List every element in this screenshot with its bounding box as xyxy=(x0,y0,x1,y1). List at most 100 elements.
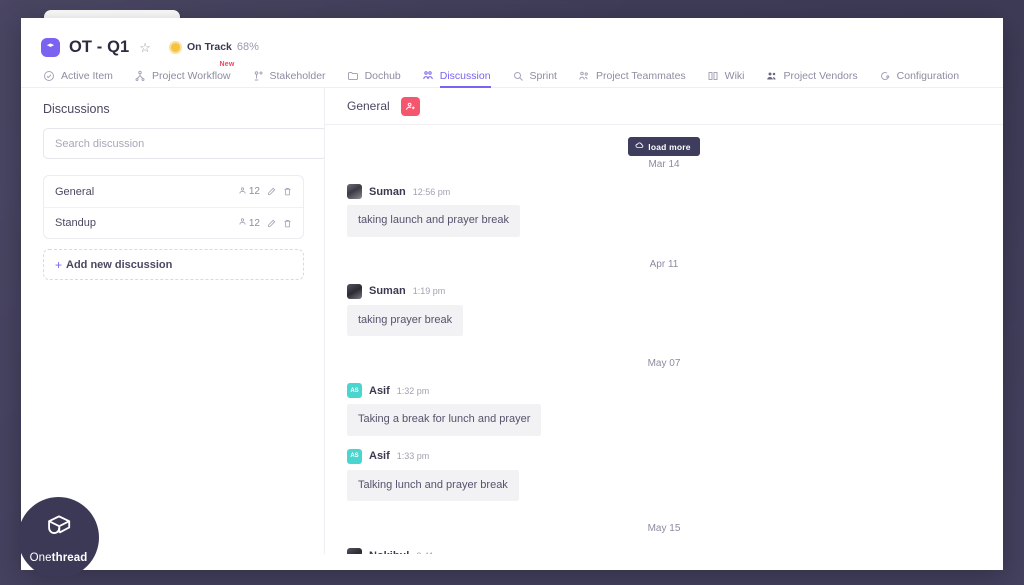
person-icon xyxy=(238,217,247,229)
message-item: AS Asif 1:32 pm Taking a break for lunch… xyxy=(347,383,981,436)
date-separator: Apr 11 xyxy=(347,259,981,270)
member-count-value: 12 xyxy=(249,218,260,229)
message-author: Suman xyxy=(369,186,406,198)
nav-item-wiki[interactable]: Wiki xyxy=(707,70,745,87)
nav-item-active-item[interactable]: Active Item xyxy=(43,70,113,87)
add-people-icon[interactable] xyxy=(401,97,420,116)
nav-item-configuration[interactable]: Configuration xyxy=(879,70,959,87)
check-circle-icon xyxy=(43,70,55,82)
trash-icon[interactable] xyxy=(283,219,292,228)
message-header: Suman 1:19 pm xyxy=(347,284,981,299)
content-area: Discussions General 12 xyxy=(21,88,1003,554)
message-author: Suman xyxy=(369,285,406,297)
message-scroll-area[interactable]: load more Mar 14 Suman 12:56 pm taking l… xyxy=(325,125,1003,554)
nav-label: Dochub xyxy=(365,70,401,82)
message-header: AS Asif 1:33 pm xyxy=(347,449,981,464)
nav-item-dochub[interactable]: Dochub xyxy=(347,70,401,87)
nav-label: Sprint xyxy=(530,70,557,82)
message-time: 2:41 pm xyxy=(416,551,449,555)
discussion-list: General 12 xyxy=(43,175,304,239)
date-separator: May 07 xyxy=(347,358,981,369)
member-count: 12 xyxy=(238,186,260,198)
pencil-icon[interactable] xyxy=(267,187,276,196)
nav-label: Discussion xyxy=(440,70,491,82)
status-label: On Track xyxy=(187,41,232,53)
nav-label: Project Vendors xyxy=(784,70,858,82)
brand-suffix: thread xyxy=(52,552,88,564)
nav-item-discussion[interactable]: Discussion xyxy=(422,70,491,87)
stakeholder-icon xyxy=(252,70,264,82)
person-icon xyxy=(238,186,247,198)
avatar: AS xyxy=(347,449,362,464)
nav-label: Project Workflow xyxy=(152,70,231,82)
list-item-general[interactable]: General 12 xyxy=(44,176,303,207)
folder-icon xyxy=(347,70,359,82)
message-text: taking prayer break xyxy=(347,305,463,337)
discussions-sidebar: Discussions General 12 xyxy=(21,88,325,554)
message-header: AS Asif 1:32 pm xyxy=(347,383,981,398)
message-item: Suman 12:56 pm taking launch and prayer … xyxy=(347,184,981,237)
avatar: AS xyxy=(347,383,362,398)
app-window: OT - Q1 ☆ On Track 68% Active Item Proje… xyxy=(21,18,1003,570)
discussion-icon xyxy=(422,70,434,82)
nav-item-project-workflow[interactable]: Project Workflow New xyxy=(134,70,231,87)
message-text: Talking lunch and prayer break xyxy=(347,470,519,502)
cloud-download-icon xyxy=(635,141,644,152)
message-text: taking launch and prayer break xyxy=(347,205,520,237)
discussion-name: Standup xyxy=(55,217,238,229)
nav-label: Wiki xyxy=(725,70,745,82)
load-more-label: load more xyxy=(648,142,690,152)
status-badge: On Track 68% xyxy=(169,41,259,54)
nav-item-project-teammates[interactable]: Project Teammates xyxy=(578,70,686,87)
nav-label: Project Teammates xyxy=(596,70,686,82)
project-cube-icon xyxy=(41,38,60,57)
nav-item-sprint[interactable]: Sprint xyxy=(512,70,557,87)
load-more-button[interactable]: load more xyxy=(628,137,699,156)
new-badge: New xyxy=(220,61,235,68)
plus-icon: + xyxy=(55,258,62,272)
project-header: OT - Q1 ☆ On Track 68% xyxy=(21,32,1003,62)
sprint-icon xyxy=(512,70,524,82)
onethread-cube-icon xyxy=(42,512,76,549)
message-item: AS Asif 1:33 pm Talking lunch and prayer… xyxy=(347,449,981,502)
progress-percent: 68% xyxy=(237,41,259,53)
chat-header: General xyxy=(325,88,1003,125)
avatar xyxy=(347,548,362,554)
discussion-actions: 12 xyxy=(238,217,292,229)
onethread-wordmark: Onethread xyxy=(30,552,88,564)
onethread-watermark-badge: Onethread xyxy=(18,497,99,578)
workflow-icon xyxy=(134,70,146,82)
message-author: Asif xyxy=(369,450,390,462)
search-discussion-box[interactable] xyxy=(43,128,327,159)
book-icon xyxy=(707,70,719,82)
message-header: Nokibul 2:41 pm xyxy=(347,548,981,554)
brand-prefix: One xyxy=(30,552,52,564)
message-time: 1:32 pm xyxy=(397,386,430,396)
nav-item-stakeholder[interactable]: Stakeholder xyxy=(252,70,326,87)
list-item-standup[interactable]: Standup 12 xyxy=(44,207,303,238)
search-input[interactable] xyxy=(55,138,315,150)
discussion-name: General xyxy=(55,186,238,198)
message-time: 1:19 pm xyxy=(413,286,446,296)
message-text: Taking a break for lunch and prayer xyxy=(347,404,541,436)
message-item: Nokibul 2:41 pm Taking lunch break xyxy=(347,548,981,554)
nav-item-project-vendors[interactable]: Project Vendors xyxy=(766,70,858,87)
message-author: Nokibul xyxy=(369,550,409,555)
chat-panel: General load more xyxy=(325,88,1003,554)
page-title: OT - Q1 xyxy=(69,38,129,57)
member-count-value: 12 xyxy=(249,186,260,197)
avatar xyxy=(347,184,362,199)
add-new-discussion-button[interactable]: + Add new discussion xyxy=(43,249,304,280)
pencil-icon[interactable] xyxy=(267,219,276,228)
member-count: 12 xyxy=(238,217,260,229)
trash-icon[interactable] xyxy=(283,187,292,196)
date-separator: Mar 14 xyxy=(347,159,981,170)
avatar xyxy=(347,284,362,299)
favorite-star-icon[interactable]: ☆ xyxy=(139,41,151,54)
sidebar-title: Discussions xyxy=(43,102,304,116)
nav-label: Active Item xyxy=(61,70,113,82)
message-time: 12:56 pm xyxy=(413,187,451,197)
main-nav: Active Item Project Workflow New Stakeho… xyxy=(21,62,1003,88)
configuration-icon xyxy=(879,70,891,82)
load-more-wrap: load more xyxy=(347,137,981,156)
